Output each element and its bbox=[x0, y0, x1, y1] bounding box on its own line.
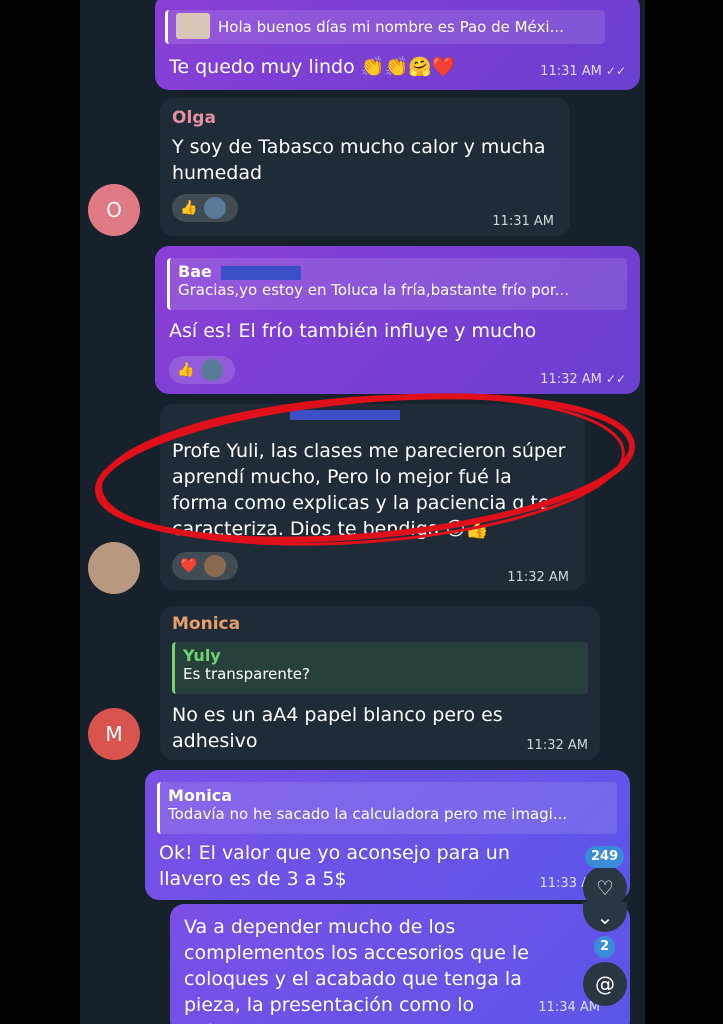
message-bubble[interactable]: Bae Gracias,yo estoy en Toluca la fría,b… bbox=[155, 246, 640, 394]
message-time: 11:32 AM bbox=[526, 738, 588, 753]
redacted-block bbox=[221, 265, 302, 280]
thumbs-up-icon: 👍 bbox=[180, 200, 198, 216]
reply-quote[interactable]: Yuly Es transparente? bbox=[172, 642, 588, 694]
message-bubble[interactable]: Va a depender mucho de los complementos … bbox=[170, 904, 630, 1024]
message-text: Así es! El frío también influye y mucho bbox=[169, 320, 537, 342]
sender-name: Monica bbox=[172, 614, 241, 634]
message-text: Te quedo muy lindo 👏👏🤗❤️ bbox=[169, 56, 456, 78]
mentions-button[interactable]: @ bbox=[583, 962, 627, 1006]
message-time: 11:32 AM bbox=[507, 570, 569, 585]
reactor-avatar bbox=[204, 197, 226, 219]
annotation-circle bbox=[94, 393, 636, 546]
reply-quote[interactable]: Hola buenos días mi nombre es Pao de Méx… bbox=[165, 10, 605, 44]
message-bubble[interactable]: Olga Y soy de Tabasco mucho calor y much… bbox=[160, 98, 570, 236]
reply-quote[interactable]: Monica Todavía no he sacado la calculado… bbox=[157, 782, 617, 834]
chat-area[interactable]: Hola buenos días mi nombre es Pao de Méx… bbox=[80, 0, 645, 1024]
chevron-down-icon: ⌄ bbox=[596, 905, 614, 929]
quote-text: Gracias,yo estoy en Toluca la fría,basta… bbox=[178, 281, 569, 299]
reactions[interactable]: 👍 bbox=[172, 194, 238, 222]
quote-text: Hola buenos días mi nombre es Pao de Méx… bbox=[218, 18, 564, 36]
quote-author: Bae bbox=[178, 262, 619, 281]
reply-quote[interactable]: Bae Gracias,yo estoy en Toluca la fría,b… bbox=[167, 258, 627, 310]
avatar[interactable]: M bbox=[88, 708, 140, 760]
message-text: Ok! El valor que yo aconsejo para un lla… bbox=[159, 842, 510, 890]
unread-badge: 249 bbox=[585, 846, 625, 868]
avatar[interactable]: O bbox=[88, 184, 140, 236]
message-text: Va a depender mucho de los complementos … bbox=[184, 916, 529, 1024]
reactor-avatar bbox=[204, 555, 226, 577]
quote-text: Todavía no he sacado la calculadora pero… bbox=[168, 805, 568, 823]
message-time: 11:31 AM ✓✓ bbox=[540, 64, 626, 79]
quote-author: Monica bbox=[168, 786, 233, 805]
heart-icon: ❤️ bbox=[180, 558, 198, 574]
at-icon: @ bbox=[595, 972, 615, 996]
message-time: 11:31 AM bbox=[492, 214, 554, 229]
quote-author: Yuly bbox=[183, 646, 221, 665]
mentions-badge: 2 bbox=[594, 936, 616, 958]
read-ticks-icon: ✓✓ bbox=[605, 64, 626, 78]
message-time: 11:34 AM bbox=[538, 1000, 600, 1015]
message-text: No es un aA4 papel blanco pero es adhesi… bbox=[172, 704, 503, 752]
quote-thumbnail bbox=[176, 13, 210, 39]
message-bubble[interactable]: Hola buenos días mi nombre es Pao de Méx… bbox=[155, 0, 640, 90]
message-text: Y soy de Tabasco mucho calor y mucha hum… bbox=[172, 136, 546, 184]
message-bubble[interactable]: Monica Todavía no he sacado la calculado… bbox=[145, 770, 630, 900]
sender-name: Olga bbox=[172, 108, 216, 128]
message-bubble[interactable]: Monica Yuly Es transparente? No es un aA… bbox=[160, 606, 600, 760]
quote-text: Es transparente? bbox=[183, 665, 310, 683]
heart-outline-icon: ♡ bbox=[596, 876, 614, 900]
